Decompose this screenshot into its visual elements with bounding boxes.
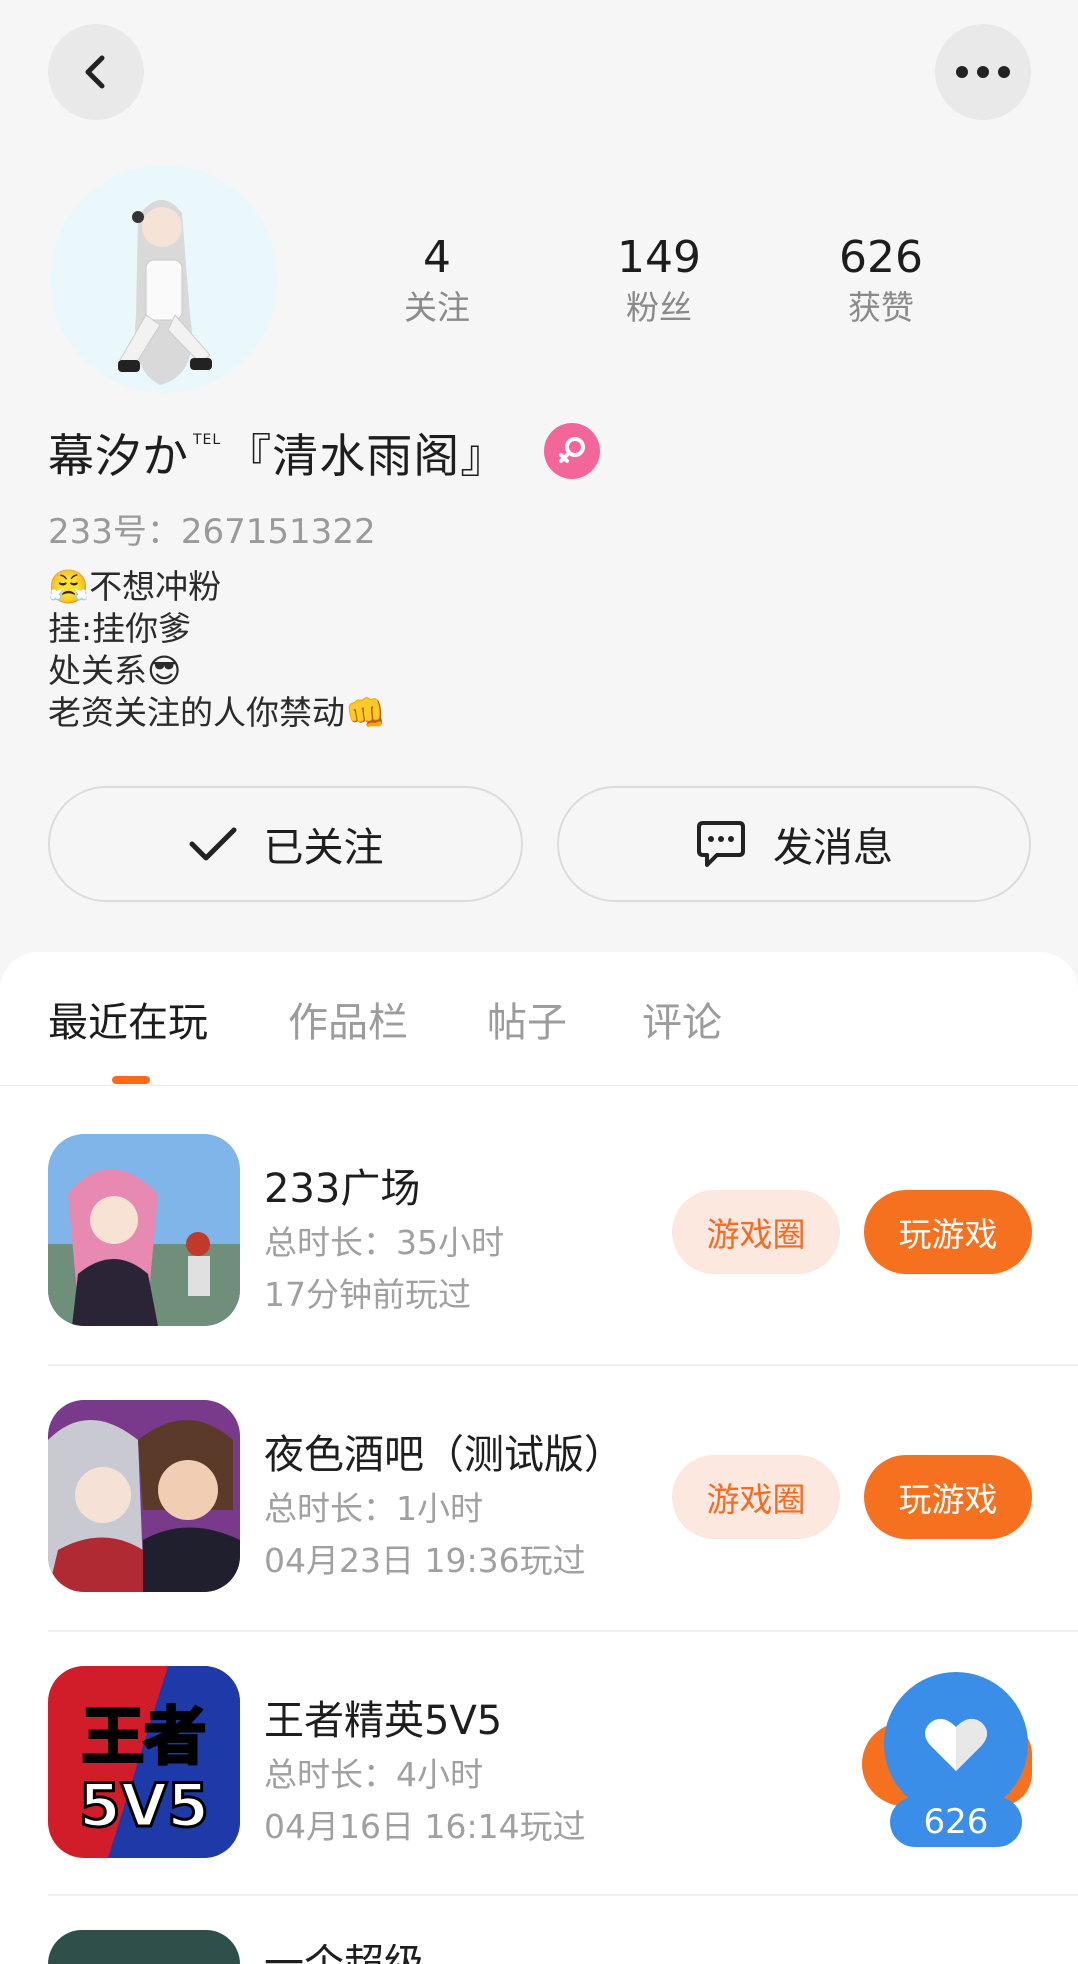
bio-line-4: 老资关注的人你禁动👊 xyxy=(48,693,387,732)
play-game-button[interactable]: 玩游戏 xyxy=(864,1190,1032,1274)
followed-label: 已关注 xyxy=(263,825,384,871)
like-floating-button[interactable] xyxy=(884,1672,1028,1816)
user-name-main: 幕汐か xyxy=(48,429,189,483)
game-last-played: 04月23日 19:36玩过 xyxy=(264,1541,586,1580)
avatar[interactable] xyxy=(50,165,278,393)
game-icon-night-bar[interactable] xyxy=(48,1400,240,1592)
followed-button[interactable]: 已关注 xyxy=(48,786,523,902)
send-message-button[interactable]: 发消息 xyxy=(557,786,1031,902)
game-last-played: 04月16日 16:14玩过 xyxy=(264,1807,586,1846)
game-title: 王者精英5V5 xyxy=(264,1698,503,1744)
likes-count: 626 xyxy=(839,232,923,283)
game-circle-button[interactable]: 游戏圈 xyxy=(672,1455,840,1539)
send-message-label: 发消息 xyxy=(773,825,893,871)
game-last-played: 17分钟前玩过 xyxy=(264,1275,471,1314)
fans-label: 粉丝 xyxy=(626,288,692,327)
game-icon-233-square[interactable] xyxy=(48,1134,240,1326)
game-duration: 总时长：4小时 xyxy=(264,1755,483,1794)
game-icon-text-line-2: 5V5 xyxy=(79,1771,209,1841)
bio-line-3: 处关系😎 xyxy=(48,651,182,690)
female-gender-icon xyxy=(544,423,600,479)
back-button[interactable] xyxy=(48,24,144,120)
game-title: 夜色酒吧（测试版） xyxy=(264,1432,624,1478)
tab-active-indicator xyxy=(112,1076,150,1084)
avatar-character-image xyxy=(50,165,278,393)
chat-bubble-icon xyxy=(697,821,745,867)
bio-line-2: 挂:挂你爹 xyxy=(48,609,192,648)
like-count-badge: 626 xyxy=(890,1797,1022,1847)
tab-posts[interactable]: 帖子 xyxy=(487,990,567,1048)
row-divider xyxy=(48,1364,1078,1366)
tab-comments[interactable]: 评论 xyxy=(642,990,722,1048)
likes-stat[interactable]: 626 获赞 xyxy=(801,230,961,330)
checkmark-icon xyxy=(189,827,236,861)
bio-line-1: 😤不想冲粉 xyxy=(48,567,222,606)
tabs-divider xyxy=(0,1085,1078,1086)
game-icon-text-line-1: 王者 xyxy=(82,1700,206,1773)
tab-recently-played[interactable]: 最近在玩 xyxy=(48,990,208,1048)
user-name-tail: 『清水雨阁』 xyxy=(225,429,508,483)
heart-icon xyxy=(925,1718,987,1771)
game-title: 233广场 xyxy=(264,1166,421,1212)
more-options-button[interactable] xyxy=(935,24,1031,120)
game-duration: 总时长：1小时 xyxy=(264,1489,483,1528)
following-count: 4 xyxy=(423,232,451,283)
row-divider xyxy=(48,1630,1078,1632)
play-game-button[interactable]: 玩游戏 xyxy=(864,1455,1032,1539)
game-circle-button[interactable]: 游戏圈 xyxy=(672,1190,840,1274)
fans-stat[interactable]: 149 粉丝 xyxy=(579,230,739,330)
likes-label: 获赞 xyxy=(848,288,914,327)
user-id: 233号：267151322 xyxy=(48,512,376,552)
following-stat[interactable]: 4 关注 xyxy=(357,230,517,330)
more-dots-icon xyxy=(956,66,1010,78)
following-label: 关注 xyxy=(404,288,470,327)
chevron-left-icon xyxy=(85,55,105,89)
user-name: 幕汐か TEL『清水雨阁』 xyxy=(48,420,507,486)
game-title: 一个超级 xyxy=(264,1944,424,1964)
fans-count: 149 xyxy=(617,232,701,283)
game-icon-partial[interactable] xyxy=(48,1930,240,1964)
user-name-sup: TEL xyxy=(193,432,222,448)
game-icon-king-elite[interactable]: 王者 5V5 xyxy=(48,1666,240,1858)
game-duration: 总时长：35小时 xyxy=(264,1223,504,1262)
row-divider xyxy=(48,1894,1078,1896)
tab-works[interactable]: 作品栏 xyxy=(288,990,408,1048)
